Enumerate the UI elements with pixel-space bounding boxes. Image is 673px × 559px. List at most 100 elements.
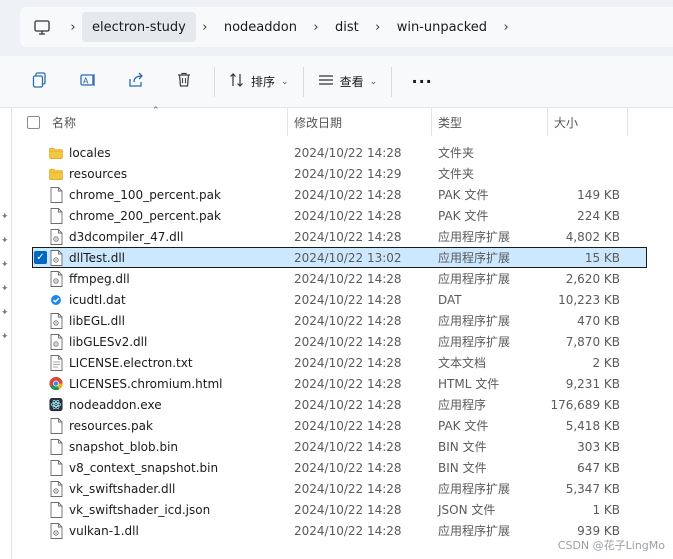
file-name-cell: vulkan-1.dll	[12, 522, 288, 539]
file-date: 2024/10/22 14:28	[294, 376, 402, 391]
file-type: HTML 文件	[438, 377, 500, 391]
file-date: 2024/10/22 14:28	[294, 271, 402, 286]
file-icon	[49, 417, 63, 434]
rename-icon: A	[79, 71, 97, 92]
table-row[interactable]: v8_context_snapshot.bin 2024/10/22 14:28 B…	[12, 457, 673, 478]
column-date[interactable]: 修改日期	[288, 108, 432, 136]
file-name: vulkan-1.dll	[69, 523, 139, 538]
table-row[interactable]: d3dcompiler_47.dll 2024/10/22 14:28 应用程序扩展…	[12, 226, 673, 247]
table-row[interactable]: nodeaddon.exe 2024/10/22 14:28 应用程序 176,689…	[12, 394, 673, 415]
table-row[interactable]: resources.pak 2024/10/22 14:28 PAK 文件 5,418…	[12, 415, 673, 436]
file-date: 2024/10/22 14:29	[294, 166, 402, 181]
file-name: locales	[69, 145, 111, 160]
copy-button[interactable]	[16, 62, 64, 102]
file-date: 2024/10/22 14:28	[294, 502, 402, 517]
toolbar-divider	[214, 66, 215, 97]
breadcrumb-dist[interactable]: dist	[325, 12, 369, 42]
breadcrumb-win-unpacked[interactable]: win-unpacked	[387, 12, 497, 42]
sort-dropdown[interactable]: 排序 ⌄	[221, 65, 297, 99]
pin-icon: ✦	[1, 236, 9, 246]
chevron-right-icon[interactable]: ›	[196, 20, 214, 35]
chevron-down-icon: ⌄	[281, 76, 289, 87]
file-size: 5,418 KB	[565, 418, 620, 433]
file-size: 176,689 KB	[550, 397, 620, 412]
table-row[interactable]: snapshot_blob.bin 2024/10/22 14:28 BIN 文件 3…	[12, 436, 673, 457]
column-size[interactable]: 大小	[548, 108, 628, 136]
navigation-pane[interactable]: ✦ ✦ ✦ ✦ ✦ ✦	[0, 108, 12, 559]
breadcrumb-electron-study[interactable]: electron-study	[82, 12, 196, 42]
pin-icon: ✦	[1, 284, 9, 294]
table-row[interactable]: chrome_200_percent.pak 2024/10/22 14:28 PA…	[12, 205, 673, 226]
chevron-right-icon[interactable]: ›	[497, 20, 515, 35]
table-row[interactable]: LICENSE.electron.txt 2024/10/22 14:28 文本文档…	[12, 352, 673, 373]
file-type: BIN 文件	[438, 440, 487, 454]
file-size: 5,347 KB	[565, 481, 620, 496]
dll-icon	[49, 312, 63, 329]
column-name[interactable]: 名称	[12, 108, 288, 136]
file-date: 2024/10/22 14:28	[294, 397, 402, 412]
file-type: 应用程序扩展	[438, 314, 511, 328]
delete-button[interactable]	[160, 62, 208, 102]
table-row-selected[interactable]: ✓ dllTest.dll 2024/10/22 13:02 应用程序扩展 15 KB	[32, 247, 647, 268]
pin-icon: ✦	[1, 212, 9, 222]
dll-icon	[49, 249, 63, 266]
file-type: 文本文档	[438, 356, 487, 370]
chevron-right-icon[interactable]: ›	[64, 20, 82, 35]
chevron-right-icon[interactable]: ›	[307, 20, 325, 35]
pin-icon: ✦	[1, 332, 9, 342]
text-file-icon	[49, 354, 63, 371]
view-dropdown[interactable]: 查看 ⌄	[310, 65, 386, 99]
chevron-right-icon[interactable]: ›	[369, 20, 387, 35]
table-row[interactable]: LICENSES.chromium.html 2024/10/22 14:28 HT…	[12, 373, 673, 394]
file-date: 2024/10/22 14:28	[294, 292, 402, 307]
dll-icon	[49, 270, 63, 287]
table-row[interactable]: locales 2024/10/22 14:28 文件夹	[12, 142, 673, 163]
command-bar: A 排序 ⌄ 查看 ⌄ ···	[0, 56, 673, 108]
file-size: 939 KB	[577, 523, 620, 538]
file-name: icudtl.dat	[69, 292, 126, 307]
file-name-cell: locales	[12, 145, 288, 161]
view-label: 查看	[339, 75, 364, 89]
address-bar[interactable]: › electron-study › nodeaddon › dist › wi…	[20, 7, 673, 47]
table-row[interactable]: vk_swiftshader_icd.json 2024/10/22 14:28 J…	[12, 499, 673, 520]
file-name-cell: icudtl.dat	[12, 292, 288, 308]
electron-icon	[49, 397, 63, 413]
file-type: 应用程序扩展	[438, 272, 511, 286]
file-type: 应用程序扩展	[438, 524, 511, 538]
file-type: DAT	[438, 292, 462, 307]
more-button[interactable]: ···	[398, 62, 446, 102]
file-list: locales 2024/10/22 14:28 文件夹 resources 2024/…	[12, 142, 673, 541]
table-row[interactable]: icudtl.dat 2024/10/22 14:28 DAT 10,223 KB	[12, 289, 673, 310]
file-icon	[49, 186, 63, 203]
more-icon: ···	[411, 72, 433, 91]
dll-icon	[49, 522, 63, 539]
file-size: 149 KB	[577, 187, 620, 202]
file-name-cell: libGLESv2.dll	[12, 333, 288, 350]
toolbar-divider	[302, 66, 304, 97]
row-checkbox[interactable]: ✓	[34, 251, 47, 264]
file-name: LICENSES.chromium.html	[69, 376, 223, 391]
rename-button[interactable]: A	[64, 62, 112, 102]
file-name: libGLESv2.dll	[69, 334, 148, 349]
table-row[interactable]: resources 2024/10/22 14:29 文件夹	[12, 163, 673, 184]
pin-icon: ✦	[1, 308, 9, 318]
table-row[interactable]: vk_swiftshader.dll 2024/10/22 14:28 应用程序扩展…	[12, 478, 673, 499]
table-row[interactable]: libGLESv2.dll 2024/10/22 14:28 应用程序扩展 7,870…	[12, 331, 673, 352]
toolbar-divider	[391, 66, 393, 97]
file-date: 2024/10/22 14:28	[294, 334, 402, 349]
column-type[interactable]: 类型	[432, 108, 548, 136]
file-name: chrome_100_percent.pak	[69, 187, 221, 202]
file-name: libEGL.dll	[69, 313, 125, 328]
file-date: 2024/10/22 14:28	[294, 355, 402, 370]
file-icon	[49, 501, 63, 518]
table-row[interactable]: libEGL.dll 2024/10/22 14:28 应用程序扩展 470 KB	[12, 310, 673, 331]
address-bar-region: › electron-study › nodeaddon › dist › wi…	[0, 0, 673, 56]
monitor-icon[interactable]	[20, 7, 64, 47]
file-date: 2024/10/22 14:28	[294, 460, 402, 475]
file-name-cell: LICENSES.chromium.html	[12, 376, 288, 392]
table-row[interactable]: chrome_100_percent.pak 2024/10/22 14:28 PA…	[12, 184, 673, 205]
file-date: 2024/10/22 14:28	[294, 418, 402, 433]
table-row[interactable]: ffmpeg.dll 2024/10/22 14:28 应用程序扩展 2,620 KB	[12, 268, 673, 289]
breadcrumb-nodeaddon[interactable]: nodeaddon	[214, 12, 307, 42]
share-button[interactable]	[112, 62, 160, 102]
